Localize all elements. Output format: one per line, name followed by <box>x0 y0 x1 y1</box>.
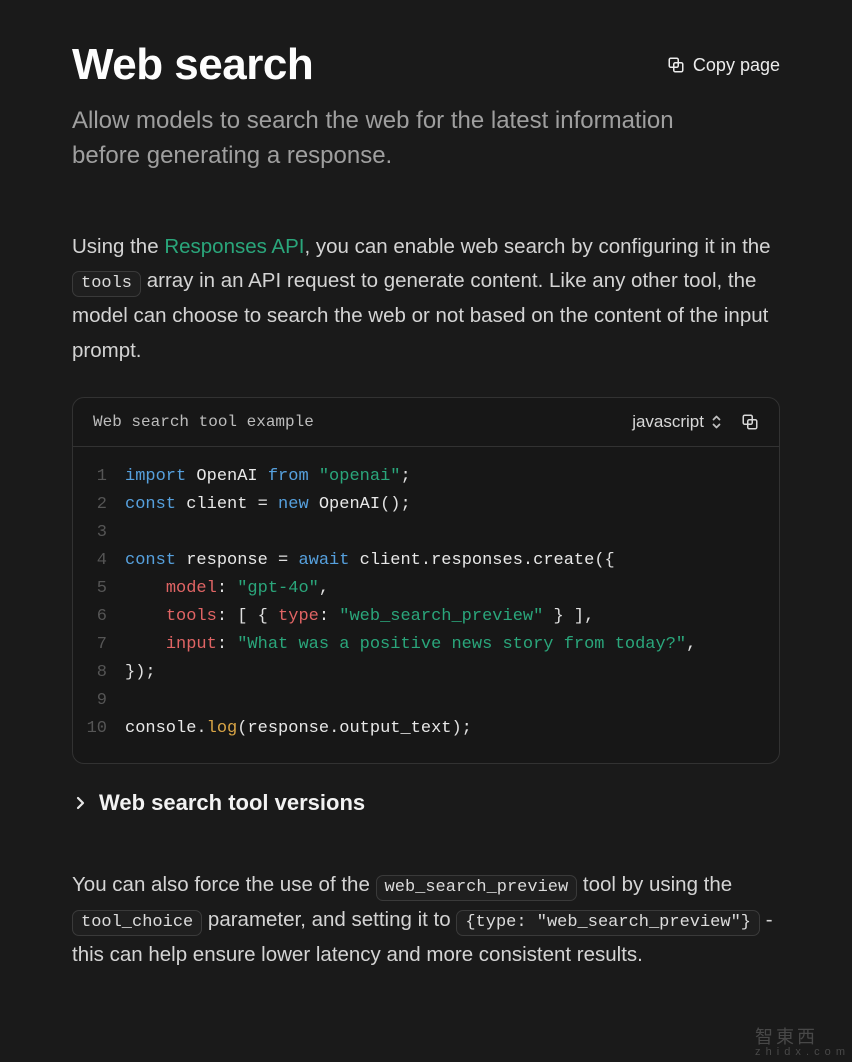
accordion-title: Web search tool versions <box>99 790 365 816</box>
code-line: 10console.log(response.output_text); <box>73 715 779 743</box>
wsp-code: web_search_preview <box>376 875 578 901</box>
tool-choice-code: tool_choice <box>72 910 202 936</box>
page-subtitle: Allow models to search the web for the l… <box>72 104 712 174</box>
code-line: 1import OpenAI from "openai"; <box>73 463 779 491</box>
code-line: 3 <box>73 519 779 547</box>
code-line: 5 model: "gpt-4o", <box>73 575 779 603</box>
language-selector[interactable]: javascript <box>632 412 723 432</box>
copy-icon <box>667 56 685 74</box>
language-label: javascript <box>632 412 704 432</box>
intro-paragraph: Using the Responses API, you can enable … <box>72 230 780 369</box>
source-watermark: 智東西 z h i d x . c o m <box>755 1028 846 1058</box>
copy-icon <box>741 413 759 431</box>
code-line: 6 tools: [ { type: "web_search_preview" … <box>73 603 779 631</box>
code-block: 1import OpenAI from "openai";2const clie… <box>73 447 779 763</box>
responses-api-link[interactable]: Responses API <box>164 235 304 258</box>
code-line: 2const client = new OpenAI(); <box>73 491 779 519</box>
chevron-right-icon <box>74 796 87 810</box>
versions-accordion[interactable]: Web search tool versions <box>72 784 780 822</box>
force-paragraph: You can also force the use of the web_se… <box>72 868 780 973</box>
copy-code-button[interactable] <box>741 413 759 431</box>
page-title: Web search <box>72 40 313 90</box>
code-line: 7 input: "What was a positive news story… <box>73 631 779 659</box>
code-line: 9 <box>73 687 779 715</box>
tools-code: tools <box>72 271 141 297</box>
chevron-updown-icon <box>710 413 723 431</box>
code-example-title: Web search tool example <box>93 413 314 431</box>
copy-page-button[interactable]: Copy page <box>667 55 780 76</box>
code-example-card: Web search tool example javascript 1impo… <box>72 397 780 764</box>
copy-page-label: Copy page <box>693 55 780 76</box>
code-line: 4const response = await client.responses… <box>73 547 779 575</box>
code-line: 8}); <box>73 659 779 687</box>
type-wsp-code: {type: "web_search_preview"} <box>456 910 760 936</box>
